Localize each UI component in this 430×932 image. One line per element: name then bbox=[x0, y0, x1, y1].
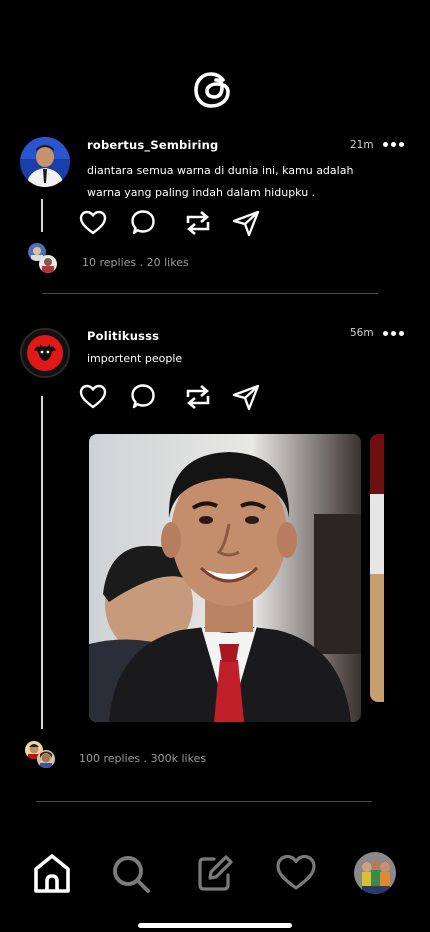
repost-icon[interactable] bbox=[182, 383, 214, 411]
repost-icon[interactable] bbox=[182, 209, 214, 237]
comment-bubble-icon[interactable] bbox=[128, 383, 158, 411]
post-actions bbox=[79, 383, 264, 413]
profile-avatar bbox=[354, 852, 396, 894]
post-timestamp: 56m bbox=[350, 327, 374, 339]
post-username[interactable]: robertus_Sembiring bbox=[87, 138, 218, 152]
post-divider bbox=[36, 801, 372, 802]
post-text: diantara semua warna di dunia ini, kamu … bbox=[87, 164, 354, 199]
replier-avatar bbox=[37, 750, 55, 768]
bottom-nav bbox=[0, 845, 430, 901]
home-icon bbox=[34, 854, 70, 893]
post-timestamp: 21m bbox=[350, 139, 374, 151]
replier-avatar bbox=[39, 255, 57, 273]
nav-home[interactable] bbox=[30, 851, 74, 895]
home-indicator bbox=[138, 923, 292, 928]
comment-bubble-icon[interactable] bbox=[128, 209, 158, 237]
share-send-icon[interactable] bbox=[231, 209, 261, 237]
post-image-next[interactable] bbox=[370, 434, 384, 702]
thread-line bbox=[41, 396, 43, 729]
thread-line bbox=[41, 199, 43, 232]
post-divider bbox=[42, 293, 378, 294]
post-stats[interactable]: 100 replies . 300k likes bbox=[79, 752, 206, 765]
like-heart-icon[interactable] bbox=[79, 209, 107, 237]
search-icon bbox=[113, 856, 150, 893]
more-options-icon[interactable] bbox=[383, 330, 407, 338]
nav-search[interactable] bbox=[108, 851, 152, 895]
like-heart-icon[interactable] bbox=[79, 383, 107, 411]
share-send-icon[interactable] bbox=[231, 383, 261, 411]
more-options-icon[interactable] bbox=[383, 141, 407, 149]
activity-heart-icon bbox=[276, 854, 316, 890]
post-actions bbox=[79, 209, 264, 239]
post-stats[interactable]: 10 replies . 20 likes bbox=[82, 256, 189, 269]
compose-icon bbox=[198, 855, 233, 891]
nav-activity[interactable] bbox=[274, 851, 318, 895]
post-text: importent people bbox=[87, 352, 183, 365]
nav-profile[interactable] bbox=[354, 852, 396, 894]
post-image[interactable] bbox=[89, 434, 361, 722]
user-avatar[interactable] bbox=[20, 328, 70, 378]
threads-logo-icon bbox=[194, 72, 230, 108]
nav-compose[interactable] bbox=[192, 851, 236, 895]
user-avatar[interactable] bbox=[20, 137, 70, 187]
post-username[interactable]: Politikusss bbox=[87, 329, 159, 343]
